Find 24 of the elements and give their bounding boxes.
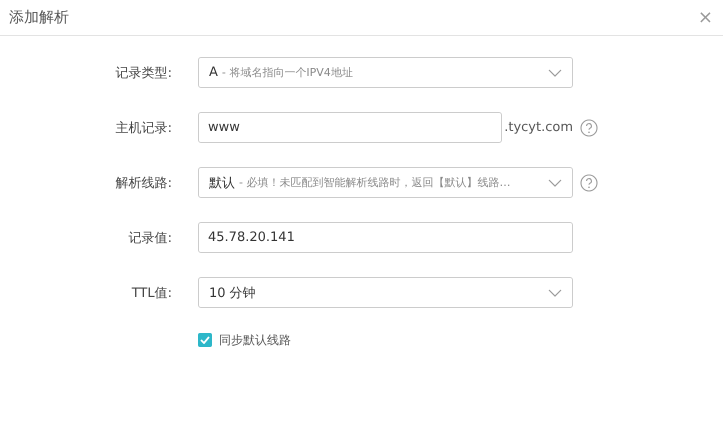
dropdown-value: A [209,65,218,80]
option-description: - 必填！未匹配到智能解析线路时，返回【默认】线路… [239,175,512,190]
help-icon[interactable] [580,118,598,136]
dialog-title: 添加解析 [9,8,69,27]
dropdown-value: 10 分钟 [209,284,256,302]
caret-icon [548,178,562,186]
caret-icon [548,68,562,76]
checkbox[interactable] [198,333,212,347]
checkbox-label: 同步默认线路 [219,332,291,348]
domain-suffix: .tycyt.com [504,120,573,135]
field-label: 记录类型: [114,64,173,82]
dropdown[interactable]: A - 将域名指向一个IPV4地址 [198,57,573,88]
field-label: TTL值: [130,284,173,302]
field-label: 解析线路: [114,174,173,192]
caret-icon [548,288,562,296]
option-description: - 将域名指向一个IPV4地址 [222,65,354,80]
dropdown-value: 默认 [209,174,235,192]
dropdown[interactable]: 默认 - 必填！未匹配到智能解析线路时，返回【默认】线路… [198,167,573,198]
text-input[interactable]: 45.78.20.141 [198,222,573,253]
dropdown[interactable]: 10 分钟 [198,277,573,308]
field-label: 记录值: [128,230,173,246]
text-input[interactable]: www [198,112,502,143]
field-label: 主机记录: [114,120,173,136]
help-icon[interactable] [580,174,598,192]
